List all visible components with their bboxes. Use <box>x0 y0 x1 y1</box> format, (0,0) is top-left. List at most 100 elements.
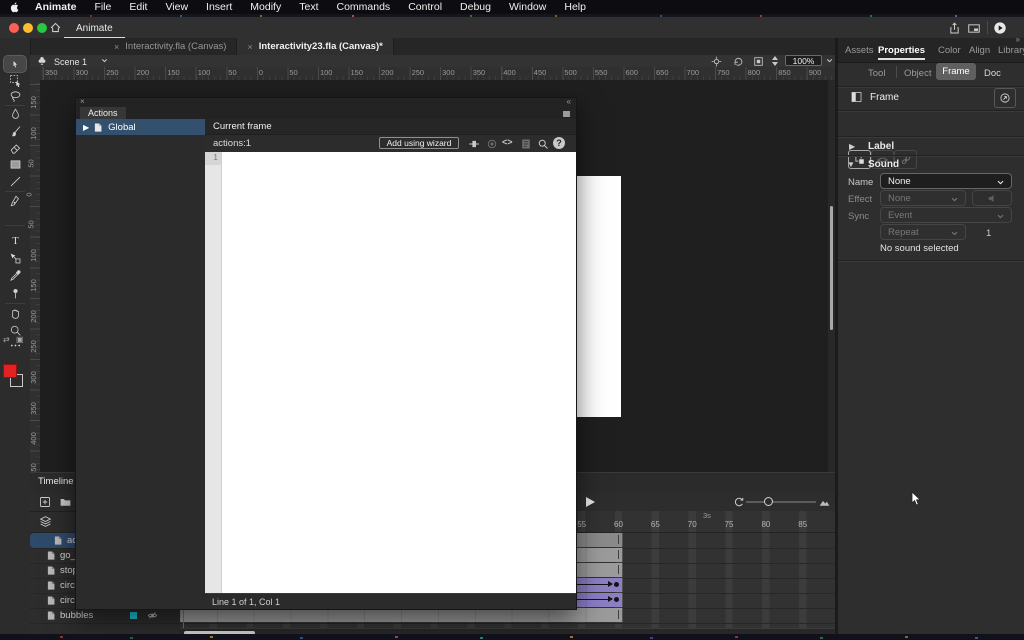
timeline-zoom-knob[interactable] <box>764 497 773 506</box>
lasso-tool-icon[interactable] <box>4 88 26 104</box>
new-folder-button[interactable] <box>58 495 72 508</box>
more-tools-icon[interactable] <box>4 337 26 353</box>
menu-text[interactable]: Text <box>290 1 327 13</box>
add-using-wizard-button[interactable]: Add using wizard <box>379 137 459 149</box>
panel-collapse-icon[interactable]: « <box>567 97 571 106</box>
subtab-tool[interactable]: Tool <box>868 68 885 79</box>
menu-file[interactable]: File <box>85 1 120 13</box>
doc-tab-interactivity23[interactable]: × Interactivity23.fla (Canvas)* <box>237 38 393 55</box>
subtab-object[interactable]: Object <box>904 68 931 79</box>
zoom-level-input[interactable]: 100% <box>785 55 822 66</box>
zoom-stepper[interactable] <box>771 56 779 66</box>
zoom-tool-icon[interactable] <box>4 322 26 338</box>
rectangle-tool-icon[interactable] <box>4 156 26 172</box>
layer-outline-color-swatch[interactable] <box>130 612 137 619</box>
zoom-window-button[interactable] <box>37 23 47 33</box>
loop-playback-icon[interactable] <box>732 495 746 508</box>
vertical-scrollbar-thumb[interactable] <box>830 206 833 330</box>
tab-library[interactable]: Library <box>998 45 1024 56</box>
script-editor[interactable]: 1 <box>205 152 576 593</box>
scene-chevron-icon[interactable] <box>100 56 109 65</box>
menu-animate[interactable]: Animate <box>26 1 85 13</box>
rotation-tool-icon[interactable] <box>732 56 744 66</box>
sound-section-header[interactable]: Sound <box>868 159 899 170</box>
asset-warp-tool-icon[interactable] <box>4 250 26 266</box>
zoom-level-chevron-icon[interactable] <box>825 56 834 65</box>
pen-tool-icon[interactable] <box>4 193 26 209</box>
eraser-tool-icon[interactable] <box>4 140 26 156</box>
frame-number: 75 <box>721 520 737 529</box>
panel-close-icon[interactable]: × <box>80 97 85 106</box>
close-tab-icon[interactable]: × <box>114 42 119 52</box>
hand-tool-icon[interactable] <box>4 305 26 321</box>
selection-tool-icon[interactable] <box>4 56 26 72</box>
panel-expand-icon[interactable]: » <box>1016 35 1020 44</box>
menu-modify[interactable]: Modify <box>241 1 290 13</box>
menu-help[interactable]: Help <box>555 1 595 13</box>
clip-content-icon[interactable] <box>752 56 764 66</box>
tree-item-global[interactable]: ▶ Global <box>76 119 205 135</box>
subtab-doc[interactable]: Doc <box>984 68 1001 79</box>
minimize-window-button[interactable] <box>23 23 33 33</box>
workspace-tab-animate[interactable]: Animate <box>64 19 125 39</box>
home-icon[interactable] <box>49 21 62 34</box>
label-section-header[interactable]: Label <box>868 141 894 152</box>
fluid-brush-tool-icon[interactable] <box>4 106 26 122</box>
sound-sync-select: Event <box>880 207 1012 223</box>
menu-control[interactable]: Control <box>399 1 451 13</box>
close-window-button[interactable] <box>9 23 19 33</box>
layer-doc-icon <box>46 610 56 621</box>
timeline-tab[interactable]: Timeline <box>38 476 74 487</box>
code-format-icon[interactable]: <> <box>502 137 515 150</box>
repeat-count-value[interactable]: 1 <box>986 228 991 239</box>
puppet-pin-tool-icon[interactable] <box>4 285 26 301</box>
menu-insert[interactable]: Insert <box>197 1 241 13</box>
play-button[interactable] <box>583 495 597 508</box>
timeline-zoom-slider[interactable] <box>746 501 816 503</box>
h-ruler-label: 200 <box>137 68 150 77</box>
free-transform-tool-icon[interactable] <box>4 72 26 88</box>
edit-scene-icon[interactable] <box>37 56 47 66</box>
scene-label[interactable]: Scene 1 <box>54 57 87 67</box>
menu-window[interactable]: Window <box>500 1 555 13</box>
publish-settings-icon[interactable] <box>966 20 982 36</box>
v-ruler-label: 250 <box>29 341 38 354</box>
tab-align[interactable]: Align <box>969 45 990 56</box>
eyedropper-tool-icon[interactable] <box>4 267 26 283</box>
menu-edit[interactable]: Edit <box>120 1 156 13</box>
close-tab-icon[interactable]: × <box>247 42 252 52</box>
line-tool-icon[interactable] <box>4 173 26 189</box>
test-movie-icon[interactable] <box>992 20 1008 36</box>
subtab-frame[interactable]: Frame <box>936 63 976 80</box>
panel-menu-icon[interactable] <box>561 109 571 118</box>
pin-script-icon[interactable] <box>467 137 480 150</box>
sound-section-chevron-icon[interactable]: ▼ <box>847 160 855 169</box>
share-icon[interactable] <box>946 20 962 36</box>
tree-expand-icon[interactable]: ▶ <box>83 123 89 132</box>
fill-color-swatch[interactable] <box>3 364 17 378</box>
layer-hidden-eye-slash-icon[interactable] <box>146 610 159 621</box>
vertical-scrollbar[interactable] <box>828 80 835 472</box>
label-section-chevron-icon[interactable]: ▶ <box>849 142 855 151</box>
new-layer-button[interactable] <box>38 495 52 508</box>
sound-name-select[interactable]: None <box>880 173 1012 189</box>
tab-color[interactable]: Color <box>938 45 961 56</box>
menu-debug[interactable]: Debug <box>451 1 500 13</box>
apple-menu-icon[interactable] <box>0 1 26 13</box>
tab-properties[interactable]: Properties <box>878 45 925 60</box>
classic-brush-tool-icon[interactable] <box>4 123 26 139</box>
text-tool-icon[interactable]: T <box>4 232 26 248</box>
frame-view-icon[interactable] <box>817 495 831 508</box>
menu-view[interactable]: View <box>156 1 197 13</box>
keyframe-icon <box>849 90 863 103</box>
h-ruler-label: 900 <box>809 68 822 77</box>
frame-options-button[interactable] <box>994 88 1016 108</box>
find-icon[interactable] <box>536 137 549 150</box>
center-frame-icon[interactable] <box>710 56 722 66</box>
menu-commands[interactable]: Commands <box>328 1 400 13</box>
help-icon[interactable]: ? <box>553 137 565 149</box>
doc-tab-interactivity[interactable]: × Interactivity.fla (Canvas) <box>104 38 237 55</box>
actions-tab[interactable]: Actions <box>80 107 126 119</box>
tab-assets[interactable]: Assets <box>845 45 874 56</box>
properties-tabbar: Assets Properties Color Align Library » <box>838 38 1024 63</box>
